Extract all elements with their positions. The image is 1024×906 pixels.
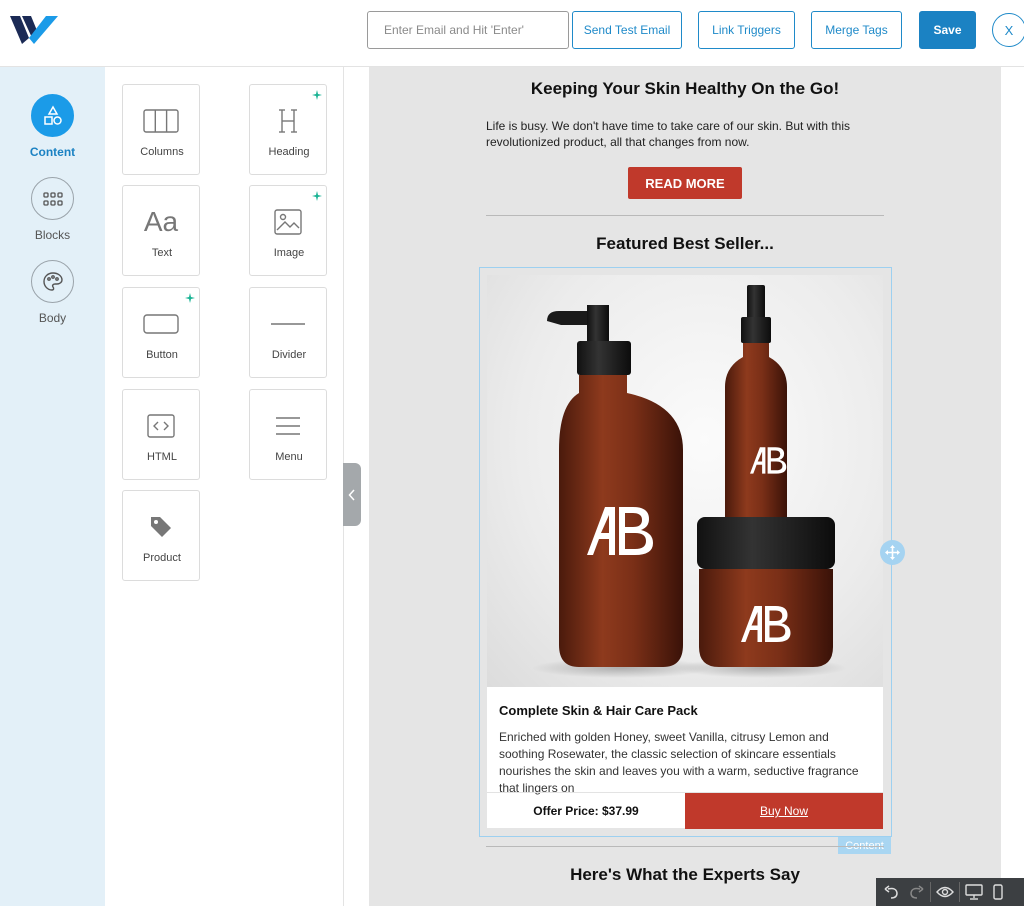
email-paragraph-1[interactable]: Life is busy. We don't have time to take… (486, 118, 886, 150)
tool-label: HTML (147, 451, 177, 463)
mobile-view-icon[interactable] (986, 878, 1010, 906)
columns-icon (141, 105, 181, 137)
nav-body-label: Body (38, 311, 67, 325)
toolbar-separator (959, 882, 960, 902)
nav-body[interactable]: Body (0, 260, 105, 325)
tool-menu[interactable]: Menu (249, 389, 327, 480)
email-heading-1[interactable]: Keeping Your Skin Healthy On the Go! (369, 79, 1001, 99)
read-more-button[interactable]: READ MORE (628, 167, 742, 199)
nav-blocks[interactable]: Blocks (0, 177, 105, 242)
tool-columns[interactable]: Columns (122, 84, 200, 175)
content-tools-panel: Columns Heading Aa Text Image Button Div… (105, 67, 344, 906)
tool-label: Columns (140, 146, 184, 158)
redo-icon[interactable] (904, 878, 928, 906)
button-icon (141, 308, 181, 340)
tag-icon (141, 511, 181, 543)
tool-label: Menu (275, 451, 303, 463)
text-icon: Aa (141, 206, 181, 238)
app-logo (10, 16, 58, 44)
preview-eye-icon[interactable] (933, 878, 957, 906)
email-heading-2[interactable]: Featured Best Seller... (369, 234, 1001, 254)
save-button[interactable]: Save (919, 11, 976, 49)
product-card[interactable]: Complete Skin & Hair Care Pack Enriched … (487, 275, 883, 829)
nav-content[interactable]: Content (0, 94, 105, 159)
tool-divider[interactable]: Divider (249, 287, 327, 378)
tool-label: Button (146, 349, 178, 361)
tool-label: Divider (271, 349, 307, 361)
move-handle[interactable] (880, 540, 905, 565)
text-glyph: Aa (143, 206, 179, 237)
heading-icon (268, 105, 308, 137)
send-test-email-button[interactable]: Send Test Email (572, 11, 682, 49)
product-image[interactable] (487, 275, 883, 687)
shapes-icon (31, 94, 74, 137)
offer-price: Offer Price: $37.99 (533, 804, 639, 818)
ai-sparkle-icon (185, 293, 195, 303)
left-nav: Content Blocks Body (0, 67, 105, 906)
link-triggers-button[interactable]: Link Triggers (698, 11, 795, 49)
divider-icon (268, 308, 308, 340)
menu-icon (268, 410, 308, 442)
email-divider[interactable] (486, 215, 884, 216)
chevron-left-icon (348, 488, 355, 501)
close-button[interactable]: X (992, 13, 1024, 47)
nav-blocks-label: Blocks (34, 228, 71, 242)
tool-text[interactable]: Aa Text (122, 185, 200, 276)
merge-tags-button[interactable]: Merge Tags (811, 11, 902, 49)
email-canvas[interactable]: Keeping Your Skin Healthy On the Go! Lif… (369, 67, 1001, 906)
tool-label: Heading (268, 146, 310, 158)
ai-sparkle-icon (312, 90, 322, 100)
editor-toolbar (876, 878, 1024, 906)
tool-html[interactable]: HTML (122, 389, 200, 480)
toolbar-separator (930, 882, 931, 902)
test-email-input[interactable] (367, 11, 569, 49)
undo-icon[interactable] (880, 878, 904, 906)
nav-content-label: Content (29, 145, 76, 159)
html-icon (141, 410, 181, 442)
tool-button[interactable]: Button (122, 287, 200, 378)
top-bar: Send Test Email Link Triggers Merge Tags… (0, 0, 1024, 67)
collapse-panel-toggle[interactable] (343, 463, 361, 526)
desktop-view-icon[interactable] (962, 878, 986, 906)
tool-product[interactable]: Product (122, 490, 200, 581)
tool-image[interactable]: Image (249, 185, 327, 276)
tool-label: Image (273, 247, 305, 259)
tool-label: Product (143, 552, 181, 564)
product-title[interactable]: Complete Skin & Hair Care Pack (499, 703, 698, 718)
email-divider[interactable] (486, 846, 884, 847)
move-icon (885, 545, 900, 560)
grid-icon (31, 177, 74, 220)
buy-now-button[interactable]: Buy Now (685, 793, 883, 829)
tool-heading[interactable]: Heading (249, 84, 327, 175)
ai-sparkle-icon (312, 191, 322, 201)
product-description[interactable]: Enriched with golden Honey, sweet Vanill… (499, 729, 874, 797)
image-icon (268, 206, 308, 238)
tool-label: Text (151, 247, 173, 259)
product-footer: Offer Price: $37.99 Buy Now (487, 792, 883, 829)
canvas-edge (1001, 67, 1024, 906)
palette-icon (31, 260, 74, 303)
